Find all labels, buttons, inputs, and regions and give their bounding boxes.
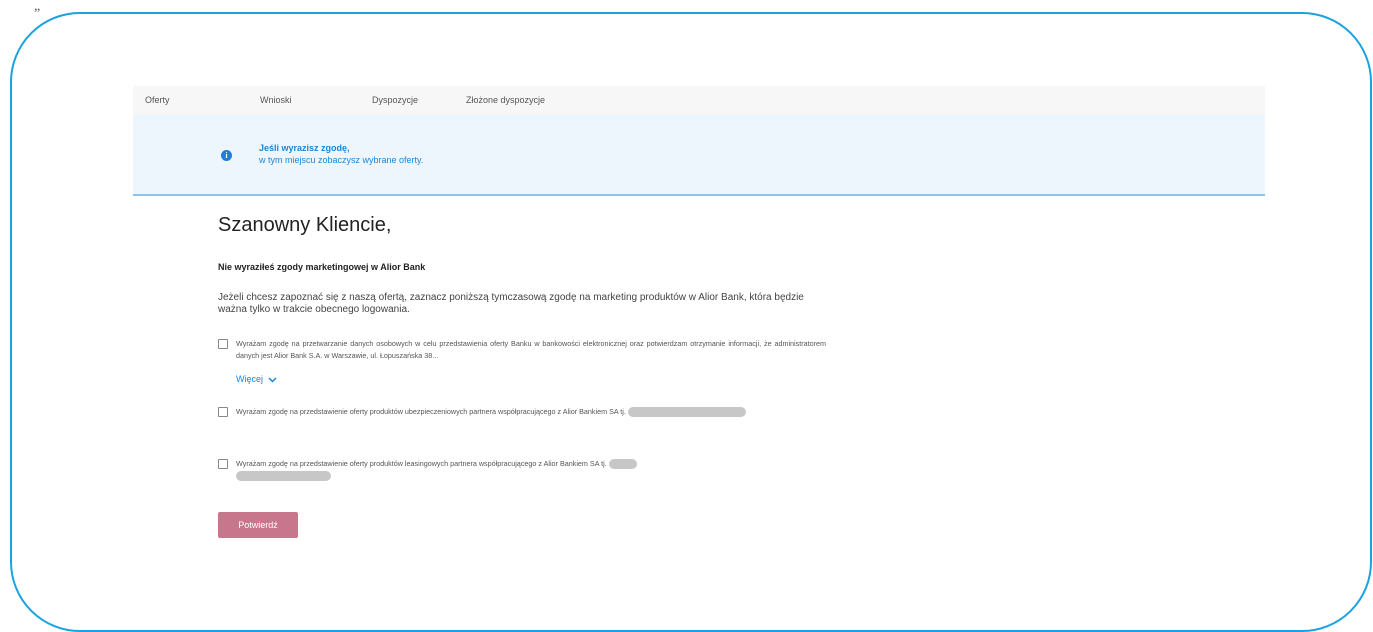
consent-text-3: Wyrażam zgodę na przedstawienie oferty p… [236,459,607,468]
redacted-partner-name-continued [236,471,331,482]
redacted-partner-name [608,459,637,470]
confirm-button[interactable]: Potwierdź [218,512,298,538]
info-icon: i [221,150,232,161]
tab-oferty[interactable]: Oferty [145,95,170,105]
page-subtitle: Nie wyraziłeś zgody marketingowej w Alio… [218,262,426,272]
banner-text: w tym miejscu zobaczysz wybrane oferty. [259,155,424,165]
consent-checkbox-2[interactable] [218,407,228,417]
tab-zlozone-dyspozycje[interactable]: Złożone dyspozycje [466,95,545,105]
info-banner: i Jeśli wyrazisz zgodę, w tym miejscu zo… [133,114,1265,196]
tab-dyspozycje[interactable]: Dyspozycje [372,95,418,105]
consent-text-2: Wyrażam zgodę na przedstawienie oferty p… [236,407,626,416]
consent-checkbox-1[interactable] [218,339,228,349]
banner-title: Jeśli wyrazisz zgodę, [259,143,350,153]
page-title: Szanowny Kliencie, [218,214,392,236]
redacted-partner-name [627,407,746,418]
consent-checkbox-3[interactable] [218,459,228,469]
page-content: Oferty Wnioski Dyspozycje Złożone dyspoz… [133,86,1265,594]
tab-wnioski[interactable]: Wnioski [260,95,292,105]
nav-tabs: Oferty Wnioski Dyspozycje Złożone dyspoz… [133,86,1265,114]
consent-text-2-wrap: Wyrażam zgodę na przedstawienie oferty p… [236,406,826,418]
more-link-label: Więcej [236,374,264,384]
quote-mark: „ [34,0,41,14]
intro-text: Jeżeli chcesz zapoznać się z naszą ofert… [218,292,804,315]
consent-text-1: Wyrażam zgodę na przetwarzanie danych os… [236,339,826,360]
consent-text-3-wrap: Wyrażam zgodę na przedstawienie oferty p… [236,458,826,482]
more-link[interactable]: Więcej [236,374,277,384]
chevron-down-icon [268,377,277,383]
